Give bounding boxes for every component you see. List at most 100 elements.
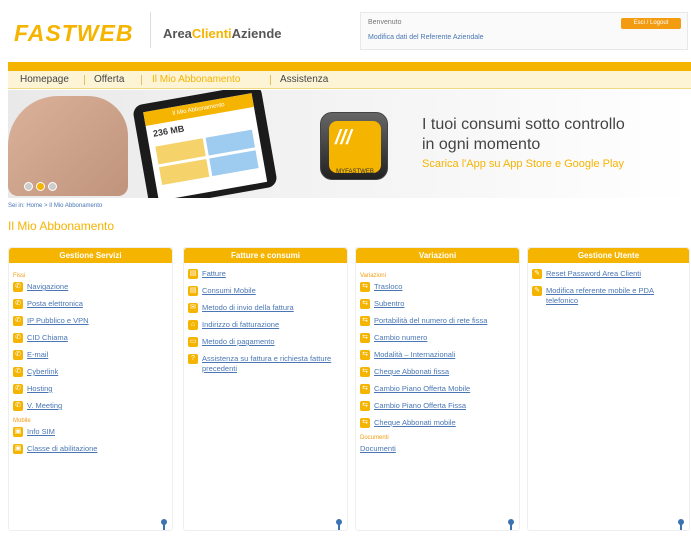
- link-metodo-pagamento[interactable]: ▭ Metodo di pagamento: [188, 337, 343, 347]
- promo-banner[interactable]: Il Mio Abbonamento 236 MB /// MYFASTWEB …: [8, 90, 691, 198]
- column-header: Fatture e consumi: [184, 248, 347, 263]
- link-label: V. Meeting: [27, 401, 63, 410]
- pin-icon: [508, 519, 514, 530]
- link-label: Navigazione: [27, 282, 69, 291]
- area-clienti-title: AreaClientiAziende: [163, 26, 282, 41]
- nav-accent-bar: [8, 62, 691, 71]
- help-icon: ?: [188, 354, 198, 364]
- link-label: Posta elettronica: [27, 299, 83, 308]
- breadcrumb[interactable]: Sei in: Home > Il Mio Abbonamento: [8, 203, 102, 209]
- link-documenti[interactable]: Documenti: [360, 444, 515, 454]
- pin-icon: [161, 519, 167, 530]
- phone-tile: [208, 150, 259, 177]
- link-label: Subentro: [374, 299, 405, 308]
- banner-download-link[interactable]: Scarica l'App su App Store e Google Play: [422, 158, 624, 170]
- link-portabilita[interactable]: ⇆ Portabilità del numero di rete fissa: [360, 316, 515, 326]
- fastweb-logo[interactable]: FASTWEB: [14, 20, 133, 47]
- link-v-meeting[interactable]: ✆ V. Meeting: [13, 401, 168, 411]
- nav-mio-abbonamento[interactable]: Il Mio Abbonamento: [152, 74, 240, 85]
- link-posta-elettronica[interactable]: ✆ Posta elettronica: [13, 299, 168, 309]
- carousel-dot-active[interactable]: [36, 182, 45, 191]
- nav-divider: [84, 75, 85, 85]
- link-indirizzo-fatturazione[interactable]: ⌂ Indirizzo di fatturazione: [188, 320, 343, 330]
- link-label: Fatture: [202, 269, 226, 278]
- link-reset-password[interactable]: ✎ Reset Password Area Clienti: [532, 269, 685, 279]
- link-label: Consumi Mobile: [202, 286, 256, 295]
- invoice-icon: ▤: [188, 269, 198, 279]
- pin-icon: [336, 519, 342, 530]
- key-icon: ✎: [532, 269, 542, 279]
- link-cheque-fissa[interactable]: ⇆ Cheque Abbonati fissa: [360, 367, 515, 377]
- link-label: CID Chiama: [27, 333, 68, 342]
- phone-icon: ✆: [13, 350, 23, 360]
- link-classe-abilitazione[interactable]: ▣ Classe di abilitazione: [13, 444, 168, 454]
- account-welcome: Benvenuto: [368, 19, 402, 26]
- link-assistenza-fattura[interactable]: ? Assistenza su fattura e richiesta fattu…: [188, 354, 343, 374]
- link-subentro[interactable]: ⇆ Subentro: [360, 299, 515, 309]
- nav-offerta[interactable]: Offerta: [94, 74, 124, 85]
- phone-icon: ✆: [13, 333, 23, 343]
- link-trasloco[interactable]: ⇆ Trasloco: [360, 282, 515, 292]
- phone-icon: ✆: [13, 401, 23, 411]
- link-label: Portabilità del numero di rete fissa: [374, 316, 488, 325]
- link-label: Cheque Abbonati mobile: [374, 418, 456, 427]
- group-label-documenti: Documenti: [360, 435, 389, 441]
- link-cheque-mobile[interactable]: ⇆ Cheque Abbonati mobile: [360, 418, 515, 428]
- site-header: FASTWEB AreaClientiAziende Benvenuto Mod…: [0, 0, 691, 60]
- link-label: E-mail: [27, 350, 49, 359]
- link-navigazione[interactable]: ✆ Navigazione: [13, 282, 168, 292]
- logout-button[interactable]: Esci / Logout: [621, 18, 681, 29]
- link-cambio-numero[interactable]: ⇆ Cambio numero: [360, 333, 515, 343]
- link-metodo-invio[interactable]: ✉ Metodo di invio della fattura: [188, 303, 343, 313]
- link-hosting[interactable]: ✆ Hosting: [13, 384, 168, 394]
- group-label-variazioni: Variazioni: [360, 273, 386, 279]
- link-label: Cyberlink: [27, 367, 59, 376]
- phone-image: Il Mio Abbonamento 236 MB: [131, 90, 279, 198]
- link-modalita-internazionali[interactable]: ⇆ Modalità – Internazionali: [360, 350, 515, 360]
- home-icon: ⌂: [188, 320, 198, 330]
- link-cambio-piano-fissa[interactable]: ⇆ Cambio Piano Offerta Fissa: [360, 401, 515, 411]
- link-label: Metodo di pagamento: [202, 337, 275, 346]
- nav-divider: [270, 75, 271, 85]
- link-label: Cambio Piano Offerta Fissa: [374, 401, 466, 410]
- link-modifica-referente[interactable]: ✎ Modifica referente mobile e PDA telefon…: [532, 286, 685, 306]
- area-title-part3: Aziende: [231, 26, 282, 41]
- phone-icon: ✆: [13, 316, 23, 326]
- link-ip-pubblico[interactable]: ✆ IP Pubblico e VPN: [13, 316, 168, 326]
- link-label: Cambio Piano Offerta Mobile: [374, 384, 471, 393]
- column-header: Variazioni: [356, 248, 519, 263]
- carousel-dots: [24, 178, 60, 196]
- myfastweb-app-icon[interactable]: /// MYFASTWEB: [320, 112, 388, 180]
- arrows-icon: ⇆: [360, 333, 370, 343]
- link-cyberlink[interactable]: ✆ Cyberlink: [13, 367, 168, 377]
- nav-homepage[interactable]: Homepage: [20, 74, 69, 85]
- column-variazioni: Variazioni Variazioni ⇆ Trasloco ⇆ Subentr…: [355, 247, 520, 531]
- group-label-fissi: Fissi: [13, 273, 26, 279]
- link-label: Assistenza su fattura e richiesta fattur…: [202, 354, 332, 373]
- phone-icon: ✆: [13, 384, 23, 394]
- link-fatture[interactable]: ▤ Fatture: [188, 269, 343, 279]
- account-edit-link[interactable]: Modifica dati del Referente Aziendale: [368, 34, 484, 41]
- banner-headline-2: in ogni momento: [422, 136, 541, 153]
- link-info-sim[interactable]: ▣ Info SIM: [13, 427, 168, 437]
- link-cid-chiama[interactable]: ✆ CID Chiama: [13, 333, 168, 343]
- nav-divider: [141, 75, 142, 85]
- link-label: Metodo di invio della fattura: [202, 303, 294, 312]
- edit-icon: ✎: [532, 286, 542, 296]
- column-gestione-servizi: Gestione Servizi Fissi ✆ Navigazione ✆ Pos…: [8, 247, 173, 531]
- link-label: Cheque Abbonati fissa: [374, 367, 450, 376]
- link-email[interactable]: ✆ E-mail: [13, 350, 168, 360]
- carousel-dot[interactable]: [48, 182, 57, 191]
- link-consumi-mobile[interactable]: ▤ Consumi Mobile: [188, 286, 343, 296]
- link-cambio-piano-mobile[interactable]: ⇆ Cambio Piano Offerta Mobile: [360, 384, 515, 394]
- logo-divider: [150, 12, 151, 48]
- phone-icon: ✆: [13, 282, 23, 292]
- link-label: Modifica referente mobile e PDA telefoni…: [546, 286, 654, 305]
- link-label: Trasloco: [374, 282, 403, 291]
- arrows-icon: ⇆: [360, 316, 370, 326]
- carousel-dot[interactable]: [24, 182, 33, 191]
- arrows-icon: ⇆: [360, 282, 370, 292]
- nav-assistenza[interactable]: Assistenza: [280, 74, 328, 85]
- phone-icon: ✆: [13, 367, 23, 377]
- chart-icon: ▤: [188, 286, 198, 296]
